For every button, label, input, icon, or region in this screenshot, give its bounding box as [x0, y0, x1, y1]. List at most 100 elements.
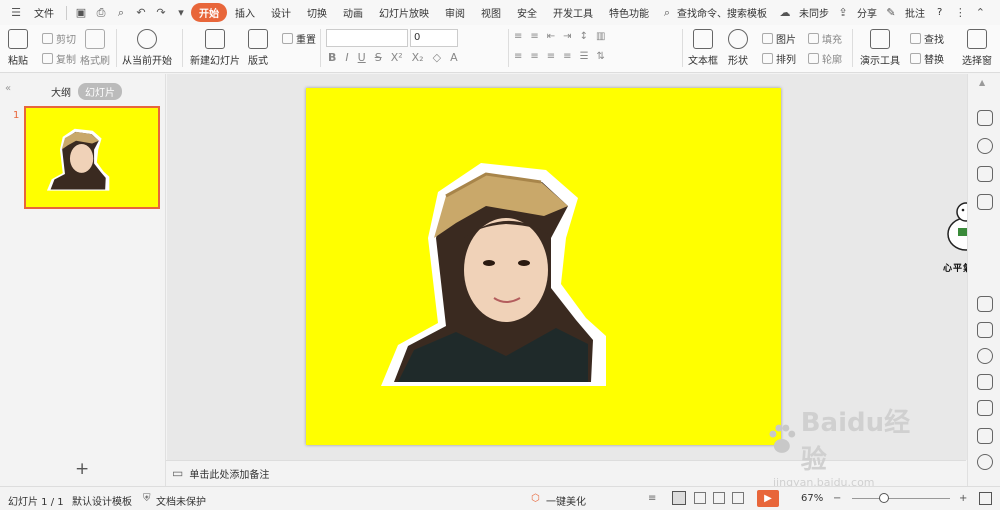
- tab-slides[interactable]: 幻灯片: [78, 83, 122, 100]
- comment-button[interactable]: 批注: [901, 5, 929, 20]
- clear-format-icon[interactable]: ◇: [433, 51, 441, 64]
- save-icon[interactable]: ▣: [73, 5, 89, 21]
- play-button[interactable]: ▶: [757, 490, 779, 507]
- reset-button[interactable]: 重置: [282, 31, 316, 46]
- play-from-current-button[interactable]: 从当前开始: [122, 29, 172, 67]
- line-spacing-icon[interactable]: ↕: [580, 31, 588, 42]
- format-painter-button[interactable]: 格式刷: [80, 29, 110, 67]
- collapse-ribbon-icon[interactable]: ⌃: [972, 5, 988, 21]
- tab-review[interactable]: 审阅: [437, 5, 473, 20]
- location-icon[interactable]: [977, 138, 993, 154]
- superscript-button[interactable]: X²: [391, 51, 403, 64]
- share-button[interactable]: 分享: [853, 5, 881, 20]
- share-icon[interactable]: ⇪: [835, 5, 851, 21]
- font-color-icon[interactable]: A: [450, 51, 458, 64]
- font-name-select[interactable]: [326, 29, 408, 47]
- new-slide-button[interactable]: 新建幻灯片: [190, 29, 240, 67]
- textbox-button[interactable]: 文本框: [688, 29, 718, 67]
- columns-icon[interactable]: ▥: [596, 31, 605, 42]
- layout-button[interactable]: 版式: [248, 29, 268, 67]
- tab-developer[interactable]: 开发工具: [545, 5, 601, 20]
- zoom-slider[interactable]: [852, 498, 950, 499]
- cut-button[interactable]: 剪切: [42, 31, 76, 46]
- shapes-button[interactable]: 形状: [728, 29, 748, 67]
- help-button[interactable]: ?: [929, 7, 950, 18]
- select-pane-button[interactable]: 选择窗: [962, 29, 992, 67]
- animation-icon[interactable]: [977, 194, 993, 210]
- fill-button[interactable]: 填充: [808, 31, 842, 46]
- comment-icon[interactable]: ✎: [883, 5, 899, 21]
- align-center-icon[interactable]: ≡: [530, 51, 538, 62]
- notes-toggle-icon[interactable]: ≡: [648, 493, 656, 504]
- present-tools-button[interactable]: 演示工具: [860, 29, 900, 67]
- zoom-level[interactable]: 67%: [801, 493, 823, 504]
- tab-slideshow[interactable]: 幻灯片放映: [371, 5, 437, 20]
- tab-special[interactable]: 特色功能: [601, 5, 657, 20]
- add-slide-button[interactable]: +: [75, 459, 89, 479]
- cloud-icon[interactable]: ☁: [777, 5, 793, 21]
- collapse-panel-icon[interactable]: «: [5, 83, 11, 94]
- help-icon[interactable]: [977, 454, 993, 470]
- scroll-up-icon[interactable]: ▲: [979, 78, 985, 87]
- export-icon[interactable]: [977, 296, 993, 312]
- redo-icon[interactable]: ↷: [153, 5, 169, 21]
- image-icon[interactable]: [977, 428, 993, 444]
- book-icon[interactable]: [977, 400, 993, 416]
- slide-thumbnail[interactable]: [24, 106, 160, 209]
- tab-home[interactable]: 开始: [191, 3, 227, 22]
- settings-icon[interactable]: [977, 374, 993, 390]
- bullets-icon[interactable]: ≡: [514, 31, 522, 42]
- text-direction-icon[interactable]: ⇅: [597, 51, 605, 62]
- outline-button[interactable]: 轮廓: [808, 51, 842, 66]
- align-right-icon[interactable]: ≡: [547, 51, 555, 62]
- tab-design[interactable]: 设计: [263, 5, 299, 20]
- picture-button[interactable]: 图片: [762, 31, 796, 46]
- notes-placeholder[interactable]: 单击此处添加备注: [189, 466, 269, 481]
- template-name[interactable]: 默认设计模板: [72, 493, 132, 508]
- sound-icon[interactable]: [977, 348, 993, 364]
- menu-file[interactable]: 文件: [26, 5, 62, 20]
- justify-icon[interactable]: ≡: [563, 51, 571, 62]
- tab-outline[interactable]: 大纲: [44, 83, 78, 100]
- format-icon[interactable]: [977, 110, 993, 126]
- beautify-button[interactable]: 一键美化: [546, 493, 586, 508]
- strike-button[interactable]: S: [375, 51, 382, 64]
- zoom-out-icon[interactable]: −: [833, 493, 841, 504]
- italic-button[interactable]: I: [345, 51, 348, 64]
- cutout-photo[interactable]: [306, 88, 781, 445]
- dropdown-icon[interactable]: ▾: [173, 5, 189, 21]
- tab-security[interactable]: 安全: [509, 5, 545, 20]
- tab-view[interactable]: 视图: [473, 5, 509, 20]
- paste-button[interactable]: 粘贴: [8, 29, 28, 67]
- font-size-select[interactable]: 0: [410, 29, 458, 47]
- shape-style-icon[interactable]: [977, 166, 993, 182]
- reading-view-icon[interactable]: [713, 492, 725, 504]
- outdent-icon[interactable]: ⇥: [563, 31, 571, 42]
- replace-button[interactable]: 替换: [910, 51, 944, 66]
- print-icon[interactable]: ⎙: [93, 5, 109, 21]
- notes-view-icon[interactable]: [732, 492, 744, 504]
- sync-status[interactable]: 未同步: [795, 5, 833, 20]
- tab-transition[interactable]: 切换: [299, 5, 335, 20]
- slide-canvas[interactable]: [306, 88, 781, 445]
- zoom-slider-handle[interactable]: [879, 493, 889, 503]
- fit-window-icon[interactable]: [979, 492, 992, 505]
- subscript-button[interactable]: X₂: [412, 51, 424, 64]
- sorter-view-icon[interactable]: [694, 492, 706, 504]
- more-icon[interactable]: ⋮: [952, 5, 968, 21]
- tab-animation[interactable]: 动画: [335, 5, 371, 20]
- tab-insert[interactable]: 插入: [227, 5, 263, 20]
- distribute-icon[interactable]: ☰: [580, 51, 589, 62]
- preview-icon[interactable]: ⌕: [113, 5, 129, 21]
- align-left-icon[interactable]: ≡: [514, 51, 522, 62]
- underline-button[interactable]: U: [358, 51, 366, 64]
- hamburger-icon[interactable]: ☰: [8, 5, 24, 21]
- zoom-in-icon[interactable]: +: [959, 493, 967, 504]
- find-button[interactable]: 查找: [910, 31, 944, 46]
- archive-icon[interactable]: [977, 322, 993, 338]
- protection-status[interactable]: 文档未保护: [156, 493, 206, 508]
- indent-icon[interactable]: ⇤: [547, 31, 555, 42]
- undo-icon[interactable]: ↶: [133, 5, 149, 21]
- command-search[interactable]: 查找命令、搜索模板: [677, 5, 775, 20]
- normal-view-icon[interactable]: [672, 491, 686, 505]
